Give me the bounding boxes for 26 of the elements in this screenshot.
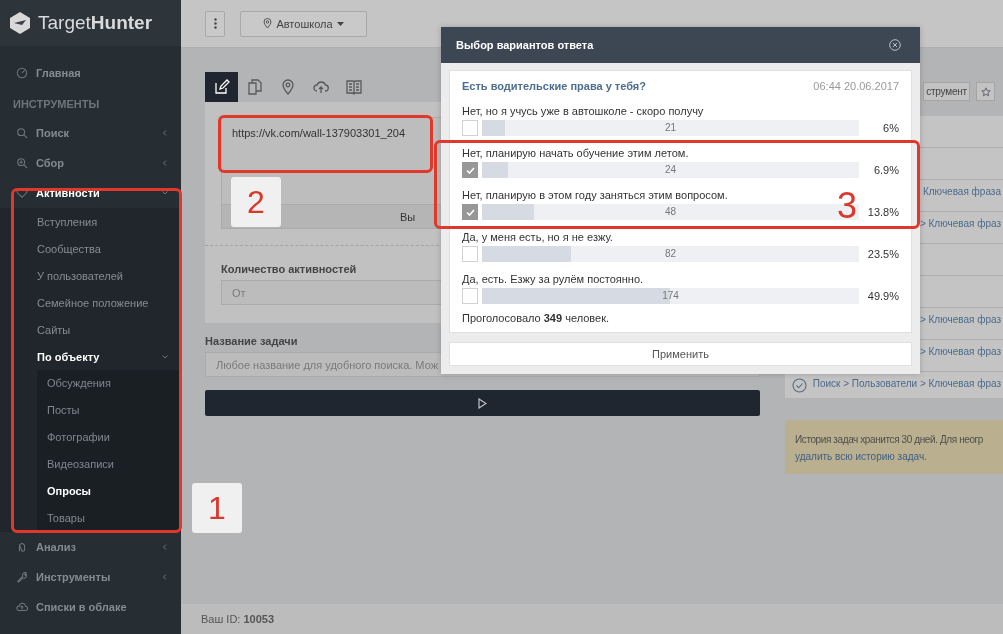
poll-date: 06:44 20.06.2017 xyxy=(813,80,899,92)
option-text: Да, у меня есть, но я не езжу. xyxy=(462,230,614,245)
field-label: Название задачи xyxy=(205,335,299,347)
callout-number: 1 xyxy=(192,483,242,533)
vote-count: 21 xyxy=(663,122,678,133)
poll-question: Есть водительские права у тебя? xyxy=(462,80,646,92)
vote-percent: 6.9% xyxy=(872,164,899,176)
callout-number: 2 xyxy=(231,177,281,227)
logo-text: TargetHunter xyxy=(38,12,153,34)
vote-percent: 13.8% xyxy=(866,206,899,218)
vote-count: 48 xyxy=(663,206,678,217)
user-id: Ваш ID: 10053 xyxy=(201,613,275,625)
vote-percent: 23.5% xyxy=(866,248,899,260)
section-heading: ИНСТРУМЕНТЫ xyxy=(12,97,101,112)
vote-count: 174 xyxy=(661,290,680,301)
vote-percent: 49.9% xyxy=(866,290,899,302)
option-text: Нет, но я учусь уже в автошколе - скоро получу xyxy=(462,104,705,119)
option-text: Да, есть. Езжу за рулём постоянно. xyxy=(462,272,645,287)
callout-number: 3 xyxy=(836,188,858,224)
vote-total: Проголосовало 349 человек. xyxy=(462,312,610,324)
field-label: Количество активностей xyxy=(221,263,358,275)
dialog-title: Выбор вариантов ответа xyxy=(456,39,594,51)
vote-count: 24 xyxy=(663,164,678,175)
notice-text: История задач хранится 30 дней. Для неогр xyxy=(795,434,984,445)
vote-percent: 6% xyxy=(882,122,899,134)
vote-count: 82 xyxy=(663,248,678,259)
